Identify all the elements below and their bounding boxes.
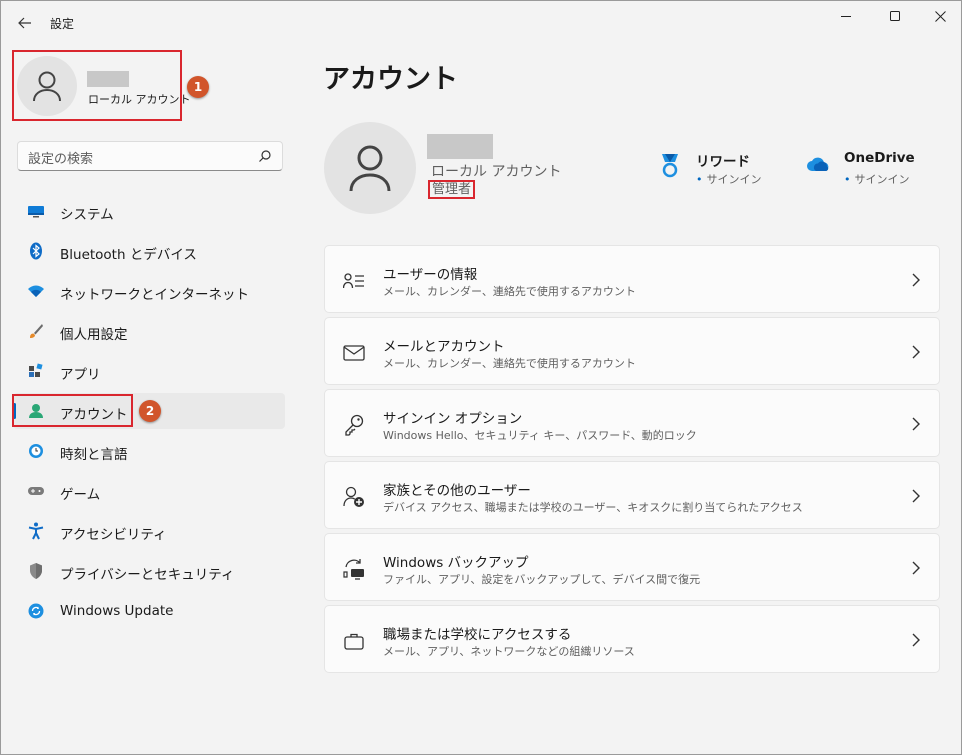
backup-icon <box>343 558 365 580</box>
avatar <box>324 122 416 214</box>
card-title: 家族とその他のユーザー <box>383 483 531 499</box>
gaming-icon <box>27 483 45 499</box>
card-windows-backup[interactable]: Windows バックアップ ファイル、アプリ、設定をバックアップして、デバイス… <box>324 533 940 601</box>
sidebar-item-apps[interactable]: アプリ <box>13 353 285 389</box>
card-mail-accounts[interactable]: メールとアカウント メール、カレンダー、連絡先で使用するアカウント <box>324 317 940 385</box>
close-button[interactable] <box>917 1 962 31</box>
card-description: メール、アプリ、ネットワークなどの組織リソース <box>383 645 635 658</box>
settings-cards: ユーザーの情報 メール、カレンダー、連絡先で使用するアカウント メールとアカウン… <box>324 245 940 677</box>
onedrive-icon <box>807 157 829 171</box>
close-icon <box>934 10 946 22</box>
app-title: 設定 <box>50 17 75 31</box>
accounts-highlight-box <box>12 394 133 427</box>
search-icon[interactable] <box>258 149 272 163</box>
system-icon <box>27 203 45 219</box>
personalization-icon <box>27 323 45 339</box>
accessibility-icon <box>27 522 45 540</box>
privacy-icon <box>27 563 45 579</box>
sidebar-item-system[interactable]: システム <box>13 193 285 229</box>
back-button[interactable] <box>11 9 39 37</box>
chevron-right-icon <box>912 633 920 647</box>
card-title: Windows バックアップ <box>383 555 529 571</box>
step-badge: 1 <box>187 76 209 98</box>
briefcase-icon <box>343 630 365 652</box>
card-title: サインイン オプション <box>383 411 523 427</box>
mail-icon <box>343 342 365 364</box>
chevron-right-icon <box>912 561 920 575</box>
sidebar-item-label: Bluetooth とデバイス <box>60 247 197 263</box>
search-input[interactable]: 設定の検索 <box>28 148 93 167</box>
profile-account-type: ローカル アカウント <box>88 93 191 106</box>
sidebar-item-windows-update[interactable]: Windows Update <box>13 593 285 629</box>
account-type: ローカル アカウント <box>431 164 562 180</box>
service-status-text: サインイン <box>706 173 762 186</box>
sidebar-item-label: アプリ <box>60 367 101 383</box>
chevron-right-icon <box>912 345 920 359</box>
chevron-right-icon <box>912 417 920 431</box>
search-box[interactable]: 設定の検索 <box>17 141 283 171</box>
chevron-right-icon <box>912 273 920 287</box>
service-status: • サインイン <box>696 173 762 186</box>
card-sign-in-options[interactable]: サインイン オプション Windows Hello、セキュリティ キー、パスワー… <box>324 389 940 457</box>
maximize-button[interactable] <box>872 1 918 31</box>
card-description: ファイル、アプリ、設定をバックアップして、デバイス間で復元 <box>383 573 701 586</box>
service-status-text: サインイン <box>854 173 910 186</box>
sidebar-item-label: Windows Update <box>60 603 174 619</box>
sidebar-item-label: プライバシーとセキュリティ <box>60 567 235 583</box>
sidebar-item-bluetooth[interactable]: Bluetooth とデバイス <box>13 233 285 269</box>
card-work-school[interactable]: 職場または学校にアクセスする メール、アプリ、ネットワークなどの組織リソース <box>324 605 940 673</box>
account-role: 管理者 <box>428 180 476 199</box>
sidebar-item-label: ネットワークとインターネット <box>60 287 249 303</box>
sidebar-item-time-language[interactable]: 時刻と言語 <box>13 433 285 469</box>
sidebar-item-personalization[interactable]: 個人用設定 <box>13 313 285 349</box>
card-description: メール、カレンダー、連絡先で使用するアカウント <box>383 357 636 370</box>
service-status: • サインイン <box>844 173 910 186</box>
rewards-icon <box>662 154 678 178</box>
card-title: 職場または学校にアクセスする <box>383 627 572 643</box>
minimize-button[interactable] <box>823 1 869 31</box>
step-badge: 2 <box>139 400 161 422</box>
user-name-redacted <box>427 134 493 159</box>
maximize-icon <box>889 10 900 21</box>
apps-icon <box>27 363 45 379</box>
windows-update-icon <box>27 603 45 619</box>
card-description: メール、カレンダー、連絡先で使用するアカウント <box>383 285 636 298</box>
sidebar-profile[interactable]: ローカル アカウント <box>12 50 191 121</box>
sidebar-item-network[interactable]: ネットワークとインターネット <box>13 273 285 309</box>
card-user-info[interactable]: ユーザーの情報 メール、カレンダー、連絡先で使用するアカウント <box>324 245 940 313</box>
user-info-icon <box>343 270 365 292</box>
avatar <box>17 56 77 116</box>
network-icon <box>27 283 45 299</box>
time-language-icon <box>27 443 45 459</box>
sidebar-item-label: 時刻と言語 <box>60 447 128 463</box>
user-name-redacted <box>87 71 129 87</box>
minimize-icon <box>840 15 851 17</box>
user-avatar-icon <box>33 71 61 102</box>
user-avatar-icon <box>349 145 391 192</box>
sidebar-item-accessibility[interactable]: アクセシビリティ <box>13 513 285 549</box>
chevron-right-icon <box>912 489 920 503</box>
sidebar-item-privacy[interactable]: プライバシーとセキュリティ <box>13 553 285 589</box>
back-arrow-icon <box>18 17 31 29</box>
sidebar-item-label: アクセシビリティ <box>60 527 167 543</box>
sidebar-item-gaming[interactable]: ゲーム <box>13 473 285 509</box>
card-family-users[interactable]: 家族とその他のユーザー デバイス アクセス、職場または学校のユーザー、キオスクに… <box>324 461 940 529</box>
bluetooth-icon <box>27 242 45 260</box>
sidebar-item-label: ゲーム <box>60 487 101 503</box>
card-description: デバイス アクセス、職場または学校のユーザー、キオスクに割り当てられたアクセス <box>383 501 803 514</box>
service-name: リワード <box>696 154 750 170</box>
key-icon <box>343 414 365 436</box>
service-name: OneDrive <box>844 150 915 166</box>
card-title: ユーザーの情報 <box>383 267 478 283</box>
settings-window: 設定 ローカル アカウント 1 設定の検索 システム Bluetooth とデバ… <box>0 0 962 755</box>
card-title: メールとアカウント <box>383 339 505 355</box>
page-title: アカウント <box>323 64 458 95</box>
family-icon <box>343 486 365 508</box>
card-description: Windows Hello、セキュリティ キー、パスワード、動的ロック <box>383 429 697 442</box>
title-bar: 設定 <box>1 1 961 45</box>
sidebar-item-label: 個人用設定 <box>60 327 128 343</box>
sidebar-item-label: システム <box>60 207 114 223</box>
